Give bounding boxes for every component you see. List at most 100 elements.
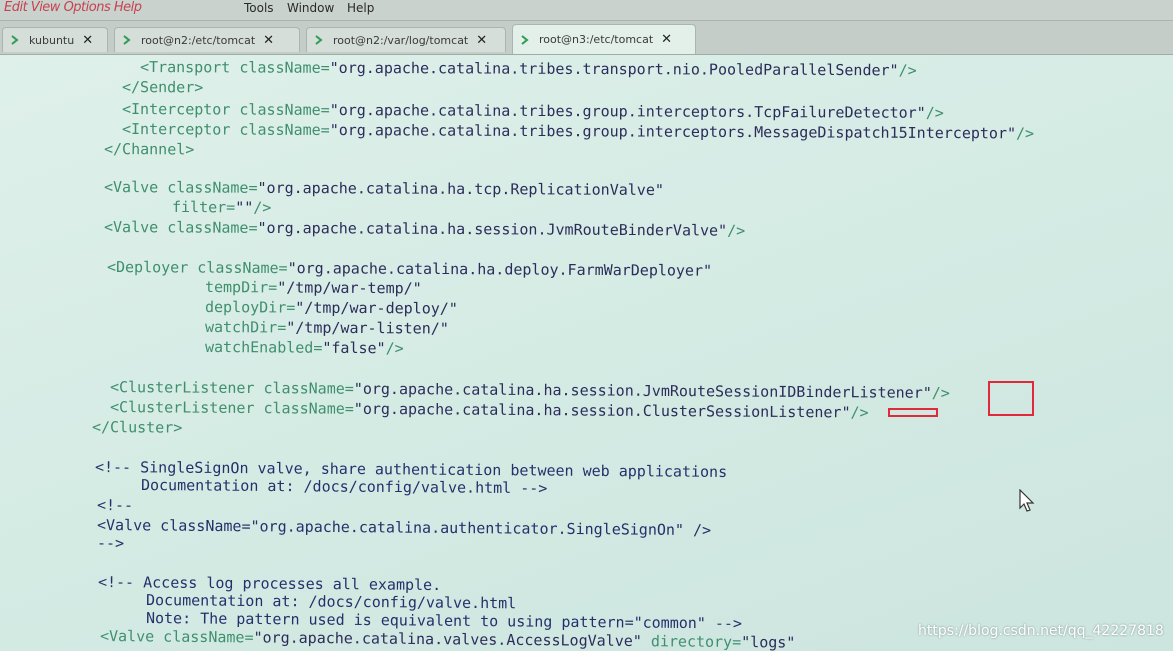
token-val: "/tmp/war-temp/" [277,278,422,298]
close-icon[interactable]: ✕ [263,33,274,48]
tab-kubuntu[interactable]: kubuntu ✕ [2,27,108,52]
terminal-line: <Transport className="org.apache.catalin… [140,58,917,79]
token-attr: className= [263,399,354,418]
token-val: "org.apache.catalina.ha.session.ClusterS… [353,399,851,422]
terminal-line: filter=""/> [172,198,271,217]
token-attr: watchDir= [204,318,287,337]
terminal-icon [315,35,323,45]
tab-label: root@n2:/etc/tomcat [141,33,256,47]
terminal-line: <!-- [97,496,133,514]
terminal-line: <Interceptor className="org.apache.catal… [122,120,1034,142]
terminal-line: <Valve className="org.apache.catalina.au… [97,516,711,539]
tab-label: root@n2:/var/log/tomcat [333,33,469,47]
token-val: "org.apache.catalina.tribes.group.interc… [329,121,1017,143]
close-icon[interactable]: ✕ [82,33,93,48]
terminal-line: tempDir="/tmp/war-temp/" [205,278,422,297]
terminal-line: </Sender> [122,78,203,96]
token-tag: <Deployer [106,258,198,277]
terminal-line: deployDir="/tmp/war-deploy/" [205,298,458,318]
token-attr: className= [263,379,354,398]
menu-help[interactable]: Help [347,1,374,15]
token-cmt: <Valve className="org.apache.catalina.au… [96,516,712,540]
token-attr: directory= [641,632,742,651]
tab-label: root@n3:/etc/tomcat [539,33,654,46]
terminal-line: <ClusterListener className="org.apache.c… [110,398,869,422]
highlight-underline [888,408,938,417]
token-val: "logs" [741,633,796,651]
tab-label: kubuntu [29,33,75,47]
token-tag: /> [253,198,272,217]
token-tag: </Channel> [103,140,195,159]
token-attr: className= [239,100,330,119]
close-icon[interactable]: ✕ [661,32,672,47]
token-attr: className= [167,178,258,197]
tab-n2-var-log-tomcat[interactable]: root@n2:/var/log/tomcat ✕ [306,27,506,52]
token-tag: /> [850,403,869,422]
menu-scribble: Edit View Options Help [4,0,142,15]
token-tag: <ClusterListener [109,378,264,398]
menu-tools[interactable]: Tools [244,1,274,15]
token-attr: className= [239,58,330,77]
token-cmt: Documentation at: /docs/config/valve.htm… [140,476,548,498]
token-attr: className= [167,218,258,237]
menu-window[interactable]: Window [287,1,334,15]
token-attr: className= [197,258,288,278]
token-tag: </Sender> [121,78,204,97]
token-attr: filter= [171,198,236,217]
token-cmt: --> [96,534,125,553]
terminal-icon [123,35,131,45]
terminal-line: <Valve className="org.apache.catalina.ha… [104,178,664,199]
token-tag: /> [1016,124,1035,143]
watermark: https://blog.csdn.net/qq_42227818 [918,623,1164,639]
tab-n3-etc-tomcat[interactable]: root@n3:/etc/tomcat ✕ [512,24,696,54]
token-tag: <Valve [103,178,168,197]
highlight-box [988,381,1034,416]
token-tag: <ClusterListener [109,398,264,418]
token-tag: <Transport [139,58,240,77]
token-val: "org.apache.catalina.tribes.transport.ni… [329,58,899,80]
token-attr: watchEnabled= [204,338,323,357]
token-attr: tempDir= [204,278,278,297]
terminal-output[interactable]: <Transport className="org.apache.catalin… [0,55,1173,651]
token-val: "org.apache.catalina.ha.session.JvmRoute… [257,218,728,240]
terminal-line: <Interceptor className="org.apache.catal… [122,100,944,122]
token-tag: <Interceptor [121,100,240,119]
token-val: "" [235,198,254,217]
token-tag: <Interceptor [121,120,240,139]
token-tag: <Valve [99,627,164,646]
token-val: "org.apache.catalina.tribes.group.interc… [329,100,926,122]
token-tag: /> [931,383,950,403]
token-tag: /> [898,61,917,80]
close-icon[interactable]: ✕ [476,33,487,48]
token-tag: <Valve [103,218,168,237]
mouse-pointer-icon [1019,489,1035,512]
token-val: "org.apache.catalina.ha.tcp.ReplicationV… [257,178,664,200]
token-tag: </Cluster> [91,418,183,437]
token-attr: className= [163,627,254,647]
terminal-line: Documentation at: /docs/config/valve.htm… [141,476,548,497]
tab-n2-etc-tomcat[interactable]: root@n2:/etc/tomcat ✕ [114,27,300,52]
terminal-line: </Cluster> [92,418,182,437]
token-val: "org.apache.catalina.valves.AccessLogVal… [253,628,642,651]
terminal-line: watchDir="/tmp/war-listen/" [205,318,449,338]
terminal-line: --> [97,534,124,552]
menu-bar: Edit View Options Help Tools Window Help [0,0,1173,21]
terminal-line: <Deployer className="org.apache.catalina… [107,258,712,280]
terminal-icon [11,35,19,45]
token-val: "org.apache.catalina.ha.deploy.FarmWarDe… [287,259,713,280]
terminal-line: <Valve className="org.apache.catalina.ha… [104,218,745,240]
tab-bar: kubuntu ✕ root@n2:/etc/tomcat ✕ root@n2:… [0,21,1173,55]
token-cmt: <!-- [96,496,134,515]
terminal-icon [521,34,529,45]
token-tag: /> [727,221,746,240]
token-attr: className= [239,120,330,140]
token-val: "/tmp/war-listen/" [286,318,449,338]
token-attr: deployDir= [204,298,296,317]
token-tag: /> [925,103,944,122]
token-val: "org.apache.catalina.ha.session.JvmRoute… [353,379,932,402]
terminal-line: watchEnabled="false"/> [205,338,404,357]
token-tag: /> [385,339,404,358]
token-val: "false" [322,338,386,358]
terminal-line: </Channel> [104,140,194,158]
token-val: "/tmp/war-deploy/" [295,298,458,318]
